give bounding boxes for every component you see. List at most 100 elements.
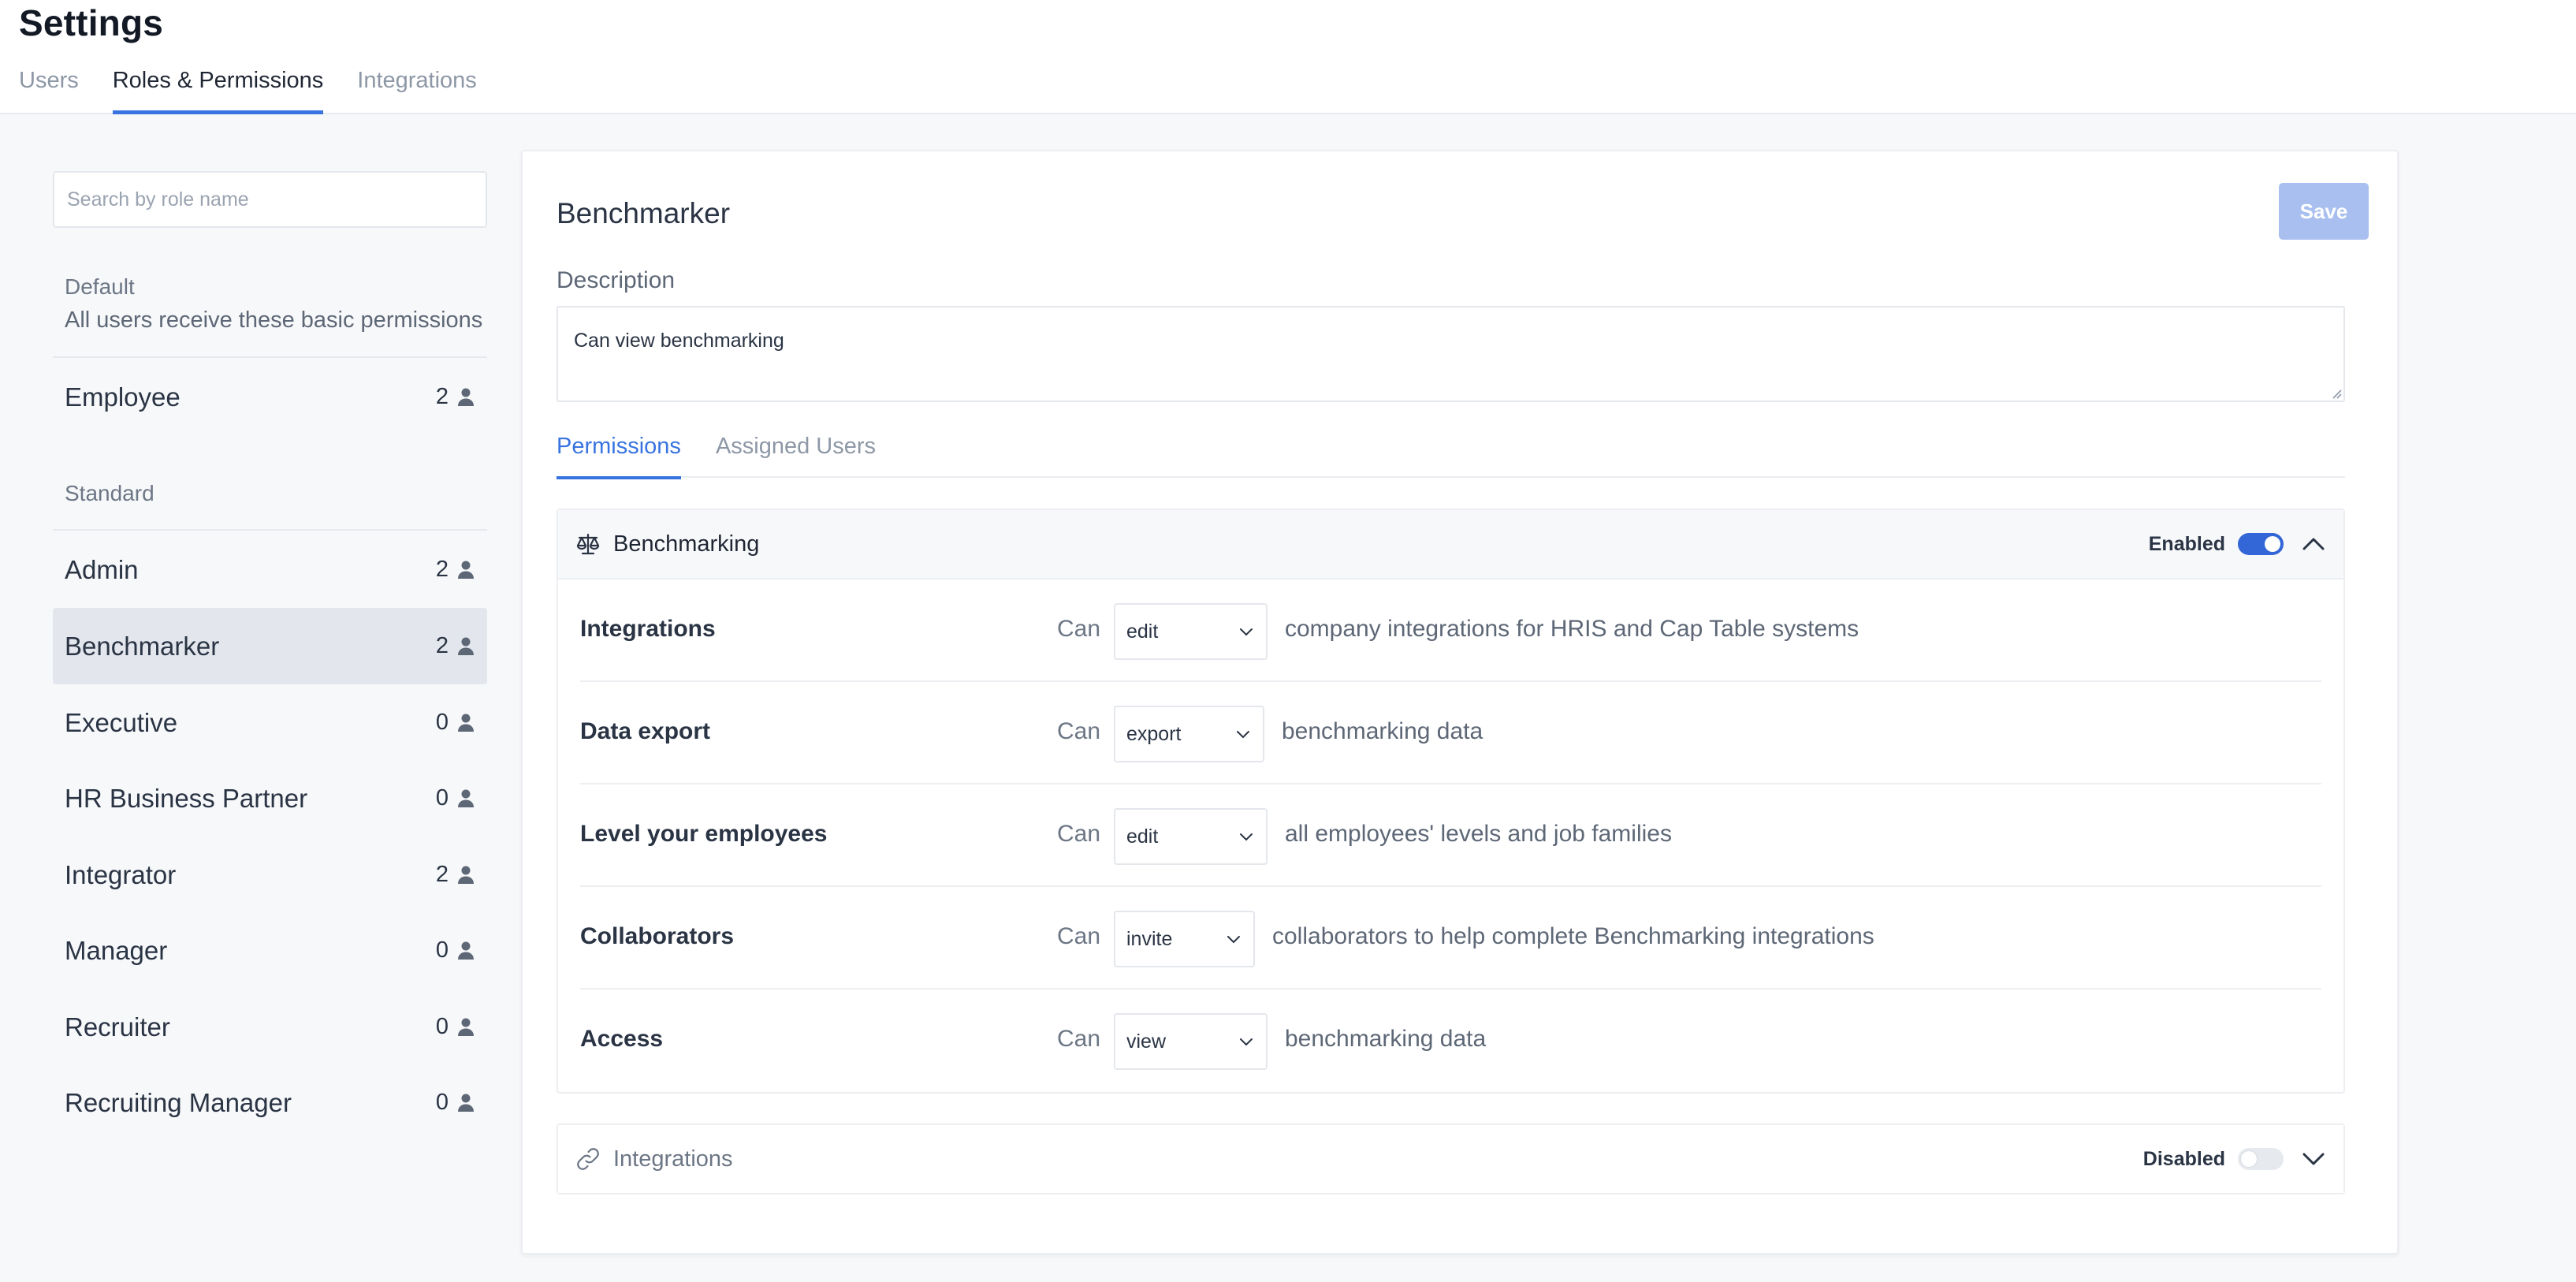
person-icon [458,866,474,884]
chevron-down-icon [1237,731,1249,739]
permission-action-select[interactable]: invite [1114,911,1255,967]
chevron-down-icon [1227,936,1240,944]
role-name: Employee [65,382,181,412]
divider [53,356,487,358]
permission-description: company integrations for HRIS and Cap Ta… [1285,616,1859,642]
person-icon [458,1094,474,1112]
tab-assigned-users[interactable]: Assigned Users [716,434,876,478]
permission-row-level-your-employees: Level your employees Can edit all employ… [580,784,2321,887]
permission-action-select[interactable]: edit [1114,603,1268,660]
page-title: Settings [19,2,164,43]
role-name: Manager [65,935,168,965]
role-item-benchmarker[interactable]: Benchmarker 2 [53,608,487,684]
person-icon [458,941,474,960]
save-button[interactable]: Save [2279,183,2369,240]
role-search-input[interactable] [53,171,487,228]
description-textarea[interactable]: Can view benchmarking [557,306,2345,402]
default-group-title: Default [65,274,135,299]
role-user-count: 2 [435,384,449,409]
permission-action-select[interactable]: edit [1114,808,1268,865]
chevron-down-icon [1240,833,1253,841]
chevron-up-icon[interactable] [2299,530,2328,558]
role-item-hr-business-partner[interactable]: HR Business Partner 0 [53,760,487,837]
default-group-subtitle: All users receive these basic permission… [65,307,483,333]
description-text: Can view benchmarking [574,330,784,352]
select-value: edit [1126,620,1159,643]
person-icon [458,789,474,807]
role-item-employee[interactable]: Employee 2 [53,359,487,435]
scale-icon [576,533,600,555]
role-item-recruiter[interactable]: Recruiter 0 [53,989,487,1065]
permission-name: Integrations [580,616,716,642]
role-item-admin[interactable]: Admin 2 [53,531,487,608]
tab-integrations[interactable]: Integrations [357,65,477,114]
permission-name: Data export [580,718,711,744]
role-user-count: 2 [435,557,449,582]
permission-can-label: Can [1057,616,1101,642]
permission-row-collaborators: Collaborators Can invite collaborators t… [580,887,2321,989]
person-icon [458,388,474,406]
person-icon [458,1018,474,1036]
role-item-executive[interactable]: Executive 0 [53,684,487,761]
person-icon [458,714,474,732]
role-name: Recruiting Manager [65,1087,292,1117]
permission-subtabs: Permissions Assigned Users [557,434,2345,479]
permission-row-integrations: Integrations Can edit company integratio… [580,580,2321,682]
role-user-count: 0 [435,785,449,811]
resize-handle-icon[interactable] [2329,386,2342,399]
role-user-count: 2 [435,862,449,887]
permission-can-label: Can [1057,1026,1101,1052]
integrations-section-header[interactable]: Integrations Disabled [558,1125,2343,1193]
settings-tabs: Users Roles & Permissions Integrations [19,65,511,114]
chevron-down-icon [1240,1038,1253,1046]
permission-description: all employees' levels and job families [1285,821,1672,847]
integrations-section: Integrations Disabled [557,1124,2345,1194]
permission-description: benchmarking data [1282,718,1483,744]
role-item-recruiting-manager[interactable]: Recruiting Manager 0 [53,1064,487,1141]
permission-can-label: Can [1057,718,1101,744]
role-name: Integrator [65,859,177,889]
permission-description: collaborators to help complete Benchmark… [1272,923,1874,949]
role-user-count: 0 [435,937,449,963]
select-value: invite [1126,927,1173,950]
role-name: Executive [65,707,178,737]
section-title: Benchmarking [613,531,760,557]
permission-row-data-export: Data export Can export benchmarking data [580,682,2321,784]
permission-name: Level your employees [580,821,828,847]
role-user-count: 2 [435,633,449,658]
role-name: Recruiter [65,1012,170,1042]
role-user-count: 0 [435,710,449,735]
integrations-toggle[interactable] [2238,1148,2284,1170]
role-item-integrator[interactable]: Integrator 2 [53,837,487,913]
divider [53,529,487,531]
role-name: Admin [65,554,139,584]
section-title: Integrations [613,1146,733,1172]
permission-action-select[interactable]: view [1114,1013,1268,1070]
role-item-manager[interactable]: Manager 0 [53,912,487,989]
tab-roles-permissions[interactable]: Roles & Permissions [112,65,323,114]
tab-users[interactable]: Users [19,65,79,114]
select-value: export [1126,722,1182,745]
role-user-count: 0 [435,1090,449,1115]
role-name: HR Business Partner [65,783,308,813]
role-user-count: 0 [435,1014,449,1039]
role-detail-panel: Benchmarker Save Description Can view be… [521,150,2399,1254]
benchmarking-section-header[interactable]: Benchmarking Enabled [558,510,2343,580]
description-label: Description [557,267,676,293]
permission-description: benchmarking data [1285,1026,1487,1052]
role-name: Benchmarker [65,631,220,661]
permission-can-label: Can [1057,821,1101,847]
chevron-down-icon[interactable] [2299,1145,2328,1173]
permission-row-access: Access Can view benchmarking data [580,989,2321,1092]
section-state-label: Disabled [2142,1147,2225,1170]
tab-permissions[interactable]: Permissions [557,434,681,479]
permission-action-select[interactable]: export [1114,706,1264,762]
link-icon [577,1148,599,1170]
benchmarking-toggle[interactable] [2238,533,2284,555]
select-value: edit [1126,825,1159,848]
section-state-label: Enabled [2148,532,2225,555]
person-icon [458,561,474,579]
person-icon [458,637,474,655]
select-value: view [1126,1030,1167,1053]
standard-group-title: Standard [65,481,154,505]
